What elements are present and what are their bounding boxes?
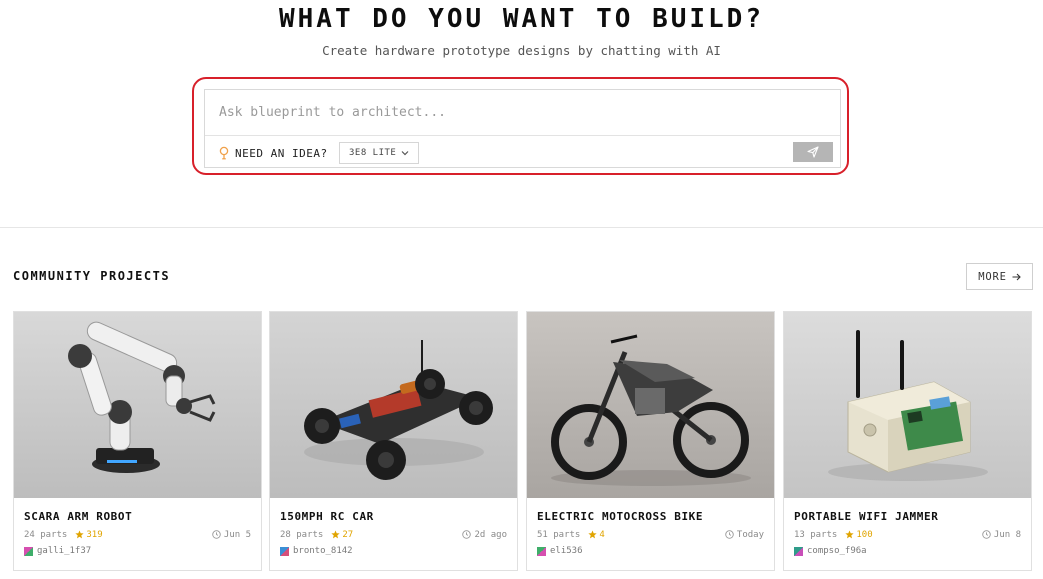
card-stars: 100 xyxy=(845,529,873,540)
clock-icon xyxy=(725,530,734,539)
card-date: 2d ago xyxy=(462,530,507,540)
card-parts: 13 parts xyxy=(794,529,838,540)
wifi-jammer-image xyxy=(784,312,1031,498)
card-title: 150MPH RC CAR xyxy=(280,510,374,523)
prompt-box: NEED AN IDEA? 3E8 LITE xyxy=(204,89,841,168)
card-author[interactable]: eli536 xyxy=(537,546,583,556)
card-parts: 24 parts xyxy=(24,529,68,540)
chevron-down-icon xyxy=(401,151,409,156)
avatar xyxy=(794,546,803,556)
send-button[interactable] xyxy=(793,142,833,162)
clock-icon xyxy=(462,530,472,539)
star-icon xyxy=(75,530,84,539)
card-meta: 24 parts 319 Jun 5 xyxy=(24,528,251,541)
clock-icon xyxy=(982,530,991,539)
card-username: galli_1f37 xyxy=(37,546,92,556)
avatar xyxy=(24,546,33,556)
card-date: Jun 5 xyxy=(212,530,251,540)
card-star-count: 319 xyxy=(86,529,103,540)
card-date-label: Today xyxy=(736,529,764,540)
card-stars: 27 xyxy=(331,530,353,540)
send-icon xyxy=(807,146,819,158)
card-date-label: 2d ago xyxy=(474,529,507,540)
card-author[interactable]: galli_1f37 xyxy=(24,546,91,556)
star-icon xyxy=(331,530,340,539)
section-divider xyxy=(0,227,1043,228)
card-date: Jun 8 xyxy=(982,530,1021,540)
star-icon xyxy=(845,530,854,539)
avatar xyxy=(537,546,546,556)
card-stars: 319 xyxy=(75,529,103,540)
need-idea-button[interactable]: NEED AN IDEA? xyxy=(219,144,328,162)
project-card[interactable]: PORTABLE WIFI JAMMER 13 parts 100 Jun 8 … xyxy=(783,311,1032,571)
card-parts: 51 parts xyxy=(537,529,581,540)
star-icon xyxy=(588,530,597,539)
card-title: ELECTRIC MOTOCROSS BIKE xyxy=(537,510,704,523)
card-author[interactable]: bronto_8142 xyxy=(280,546,353,556)
model-select-label: 3E8 LITE xyxy=(349,148,397,158)
card-date-label: Jun 5 xyxy=(223,529,251,540)
card-author[interactable]: compso_f96a xyxy=(794,546,867,556)
card-username: compso_f96a xyxy=(807,546,867,556)
card-meta: 13 parts 100 Jun 8 xyxy=(794,528,1021,541)
card-stars: 4 xyxy=(588,529,605,540)
need-idea-label: NEED AN IDEA? xyxy=(235,146,328,160)
card-meta: 28 parts 27 2d ago xyxy=(280,528,507,541)
lightbulb-icon xyxy=(219,146,229,160)
prompt-input[interactable] xyxy=(205,90,840,136)
card-title: PORTABLE WIFI JAMMER xyxy=(794,510,939,523)
more-button[interactable]: MORE xyxy=(966,263,1033,290)
project-card[interactable]: 150MPH RC CAR 28 parts 27 2d ago bronto_… xyxy=(269,311,518,571)
card-date: Today xyxy=(725,530,764,540)
page-subtitle: Create hardware prototype designs by cha… xyxy=(322,43,721,58)
card-date-label: Jun 8 xyxy=(993,529,1021,540)
card-username: eli536 xyxy=(550,546,583,556)
card-username: bronto_8142 xyxy=(293,546,353,556)
card-star-count: 4 xyxy=(599,529,605,540)
rc-car-image xyxy=(270,312,517,498)
card-meta: 51 parts 4 Today xyxy=(537,528,764,541)
card-parts: 28 parts xyxy=(280,529,324,540)
community-projects-heading: COMMUNITY PROJECTS xyxy=(13,269,171,283)
card-star-count: 27 xyxy=(342,529,354,540)
clock-icon xyxy=(212,530,221,539)
project-card[interactable]: ELECTRIC MOTOCROSS BIKE 51 parts 4 Today… xyxy=(526,311,775,571)
card-title: SCARA ARM ROBOT xyxy=(24,510,133,523)
avatar xyxy=(280,546,289,556)
page-title: WHAT DO YOU WANT TO BUILD? xyxy=(279,4,764,34)
robot-arm-image xyxy=(14,312,261,498)
arrow-right-icon xyxy=(1012,273,1021,280)
more-button-label: MORE xyxy=(978,270,1007,283)
project-card[interactable]: SCARA ARM ROBOT 24 parts 319 Jun 5 galli… xyxy=(13,311,262,571)
model-select[interactable]: 3E8 LITE xyxy=(339,142,420,164)
motocross-bike-image xyxy=(527,312,774,498)
card-star-count: 100 xyxy=(856,529,873,540)
